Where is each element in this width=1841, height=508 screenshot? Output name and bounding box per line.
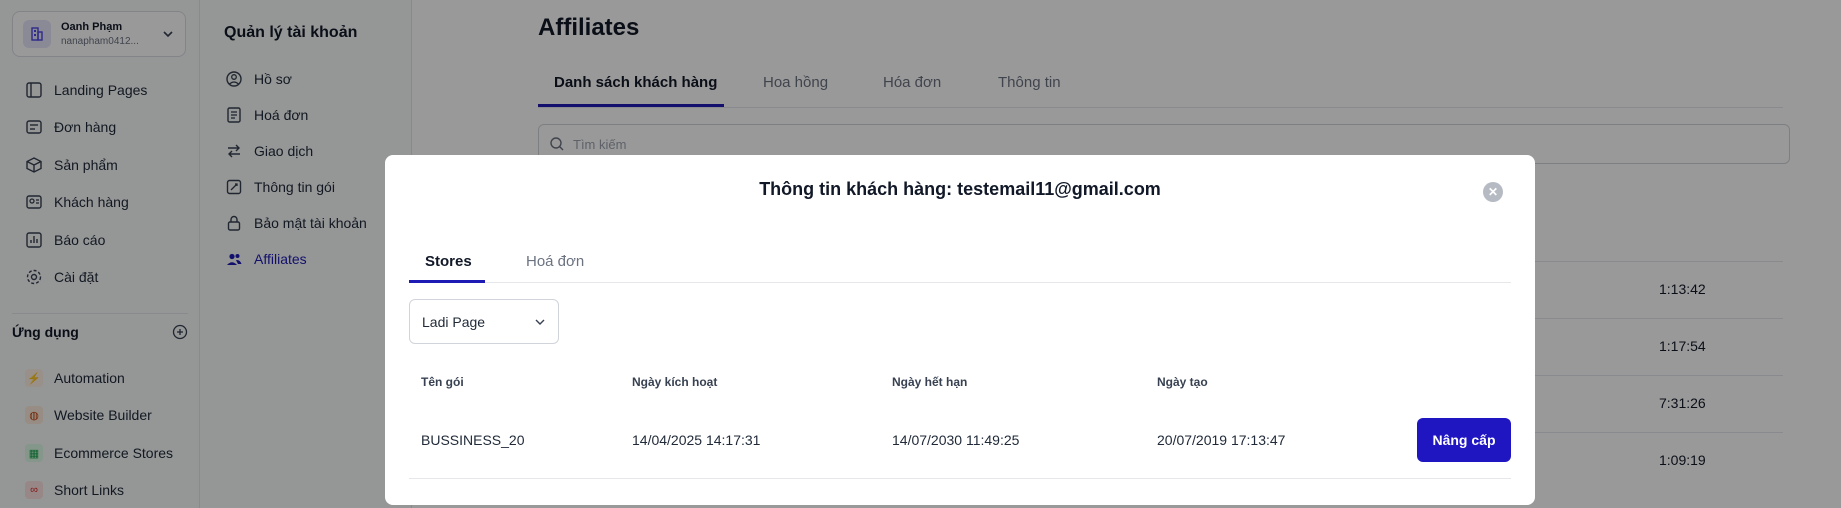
column-header-expires: Ngày hết hạn bbox=[892, 375, 968, 389]
column-header-package: Tên gói bbox=[421, 375, 464, 389]
row-divider bbox=[409, 478, 1511, 479]
close-button[interactable]: ✕ bbox=[1483, 182, 1503, 202]
cell-expires: 14/07/2030 11:49:25 bbox=[892, 432, 1020, 448]
select-value: Ladi Page bbox=[422, 313, 486, 330]
modal-title: Thông tin khách hàng: testemail11@gmail.… bbox=[759, 179, 1161, 199]
cell-package: BUSSINESS_20 bbox=[421, 432, 525, 448]
active-tab-indicator bbox=[409, 280, 485, 283]
customer-info-modal: Thông tin khách hàng: testemail11@gmail.… bbox=[385, 155, 1535, 505]
tab-invoices[interactable]: Hoá đơn bbox=[526, 253, 584, 270]
cell-activated: 14/04/2025 14:17:31 bbox=[632, 432, 761, 448]
column-header-created: Ngày tạo bbox=[1157, 375, 1208, 389]
tab-stores[interactable]: Stores bbox=[425, 253, 472, 270]
modal-tabs: Stores Hoá đơn bbox=[409, 243, 1511, 283]
upgrade-button[interactable]: Nâng cấp bbox=[1417, 418, 1511, 462]
close-icon: ✕ bbox=[1487, 185, 1499, 199]
chevron-down-icon bbox=[535, 319, 545, 325]
column-header-activated: Ngày kích hoạt bbox=[632, 375, 718, 389]
cell-created: 20/07/2019 17:13:47 bbox=[1157, 432, 1286, 448]
store-type-select[interactable]: Ladi Page bbox=[409, 299, 559, 344]
